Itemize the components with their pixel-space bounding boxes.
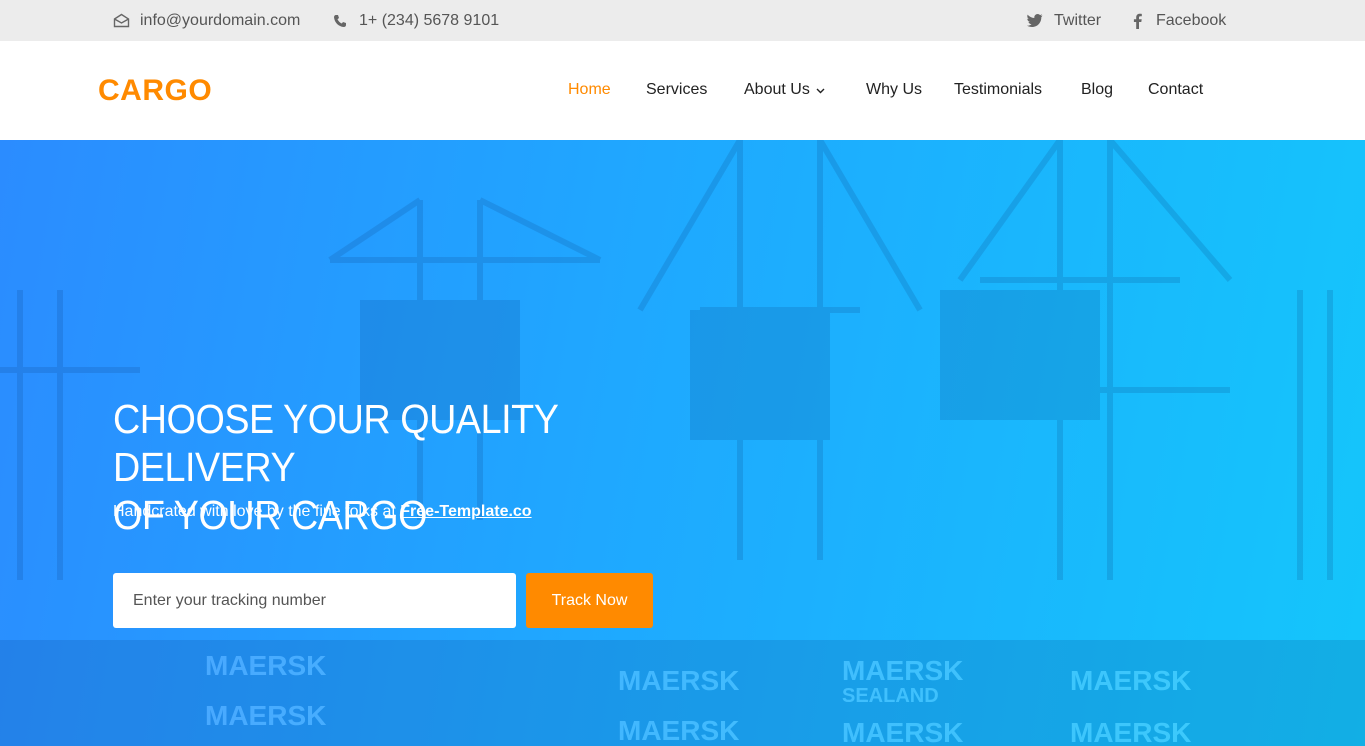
main-menu: Home Services About Us Why Us Testimonia…: [0, 41, 1365, 140]
phone-link[interactable]: 1+ (234) 5678 9101: [331, 0, 499, 41]
nav-why-us[interactable]: Why Us: [866, 78, 922, 102]
hero-section: MAERSK MAERSK MAERSK MAERSK SEALAND MAER…: [0, 140, 1365, 746]
watermark-maersk-2: MAERSK: [205, 700, 326, 731]
phone-icon: [331, 12, 349, 30]
hero-subtitle: Handcrated with love by the fine folks a…: [113, 501, 532, 523]
nav-about-us[interactable]: About Us: [744, 78, 825, 102]
watermark-maersk-6: MAERSK: [618, 715, 739, 746]
hero-title-line1: CHOOSE YOUR QUALITY DELIVERY: [113, 396, 558, 490]
email-text: info@yourdomain.com: [140, 11, 301, 29]
nav-blog[interactable]: Blog: [1081, 78, 1113, 102]
nav-about-us-label: About Us: [744, 81, 810, 98]
watermark-maersk-1: MAERSK: [205, 650, 326, 681]
watermark-maersk-7: MAERSK: [842, 717, 963, 746]
nav-testimonials[interactable]: Testimonials: [954, 78, 1042, 102]
watermark-maersk-4: MAERSK: [842, 655, 963, 686]
tracking-number-input[interactable]: [113, 573, 516, 628]
top-bar: info@yourdomain.com 1+ (234) 5678 9101 T…: [0, 0, 1365, 41]
facebook-link[interactable]: Facebook: [1128, 0, 1226, 41]
hero-subtitle-text: Handcrated with love by the fine folks a…: [113, 503, 396, 520]
twitter-text: Twitter: [1054, 11, 1102, 29]
watermark-maersk-8: MAERSK: [1070, 717, 1191, 746]
facebook-text: Facebook: [1156, 11, 1227, 29]
free-template-link[interactable]: Free-Template.co: [400, 503, 531, 520]
watermark-maersk-3: MAERSK: [618, 665, 739, 696]
chevron-down-icon: [816, 78, 825, 102]
twitter-icon: [1026, 12, 1044, 30]
phone-text: 1+ (234) 5678 9101: [359, 11, 500, 29]
track-now-button[interactable]: Track Now: [526, 573, 653, 628]
watermark-sealand: SEALAND: [842, 685, 939, 707]
twitter-link[interactable]: Twitter: [1026, 0, 1101, 41]
envelope-icon: [112, 12, 130, 30]
main-navbar: CARGO Home Services About Us Why Us Test…: [0, 41, 1365, 140]
email-link[interactable]: info@yourdomain.com: [112, 0, 300, 41]
nav-contact[interactable]: Contact: [1148, 78, 1203, 102]
nav-services[interactable]: Services: [646, 78, 707, 102]
nav-home[interactable]: Home: [568, 78, 611, 102]
watermark-maersk-5: MAERSK: [1070, 665, 1191, 696]
facebook-icon: [1128, 12, 1146, 30]
